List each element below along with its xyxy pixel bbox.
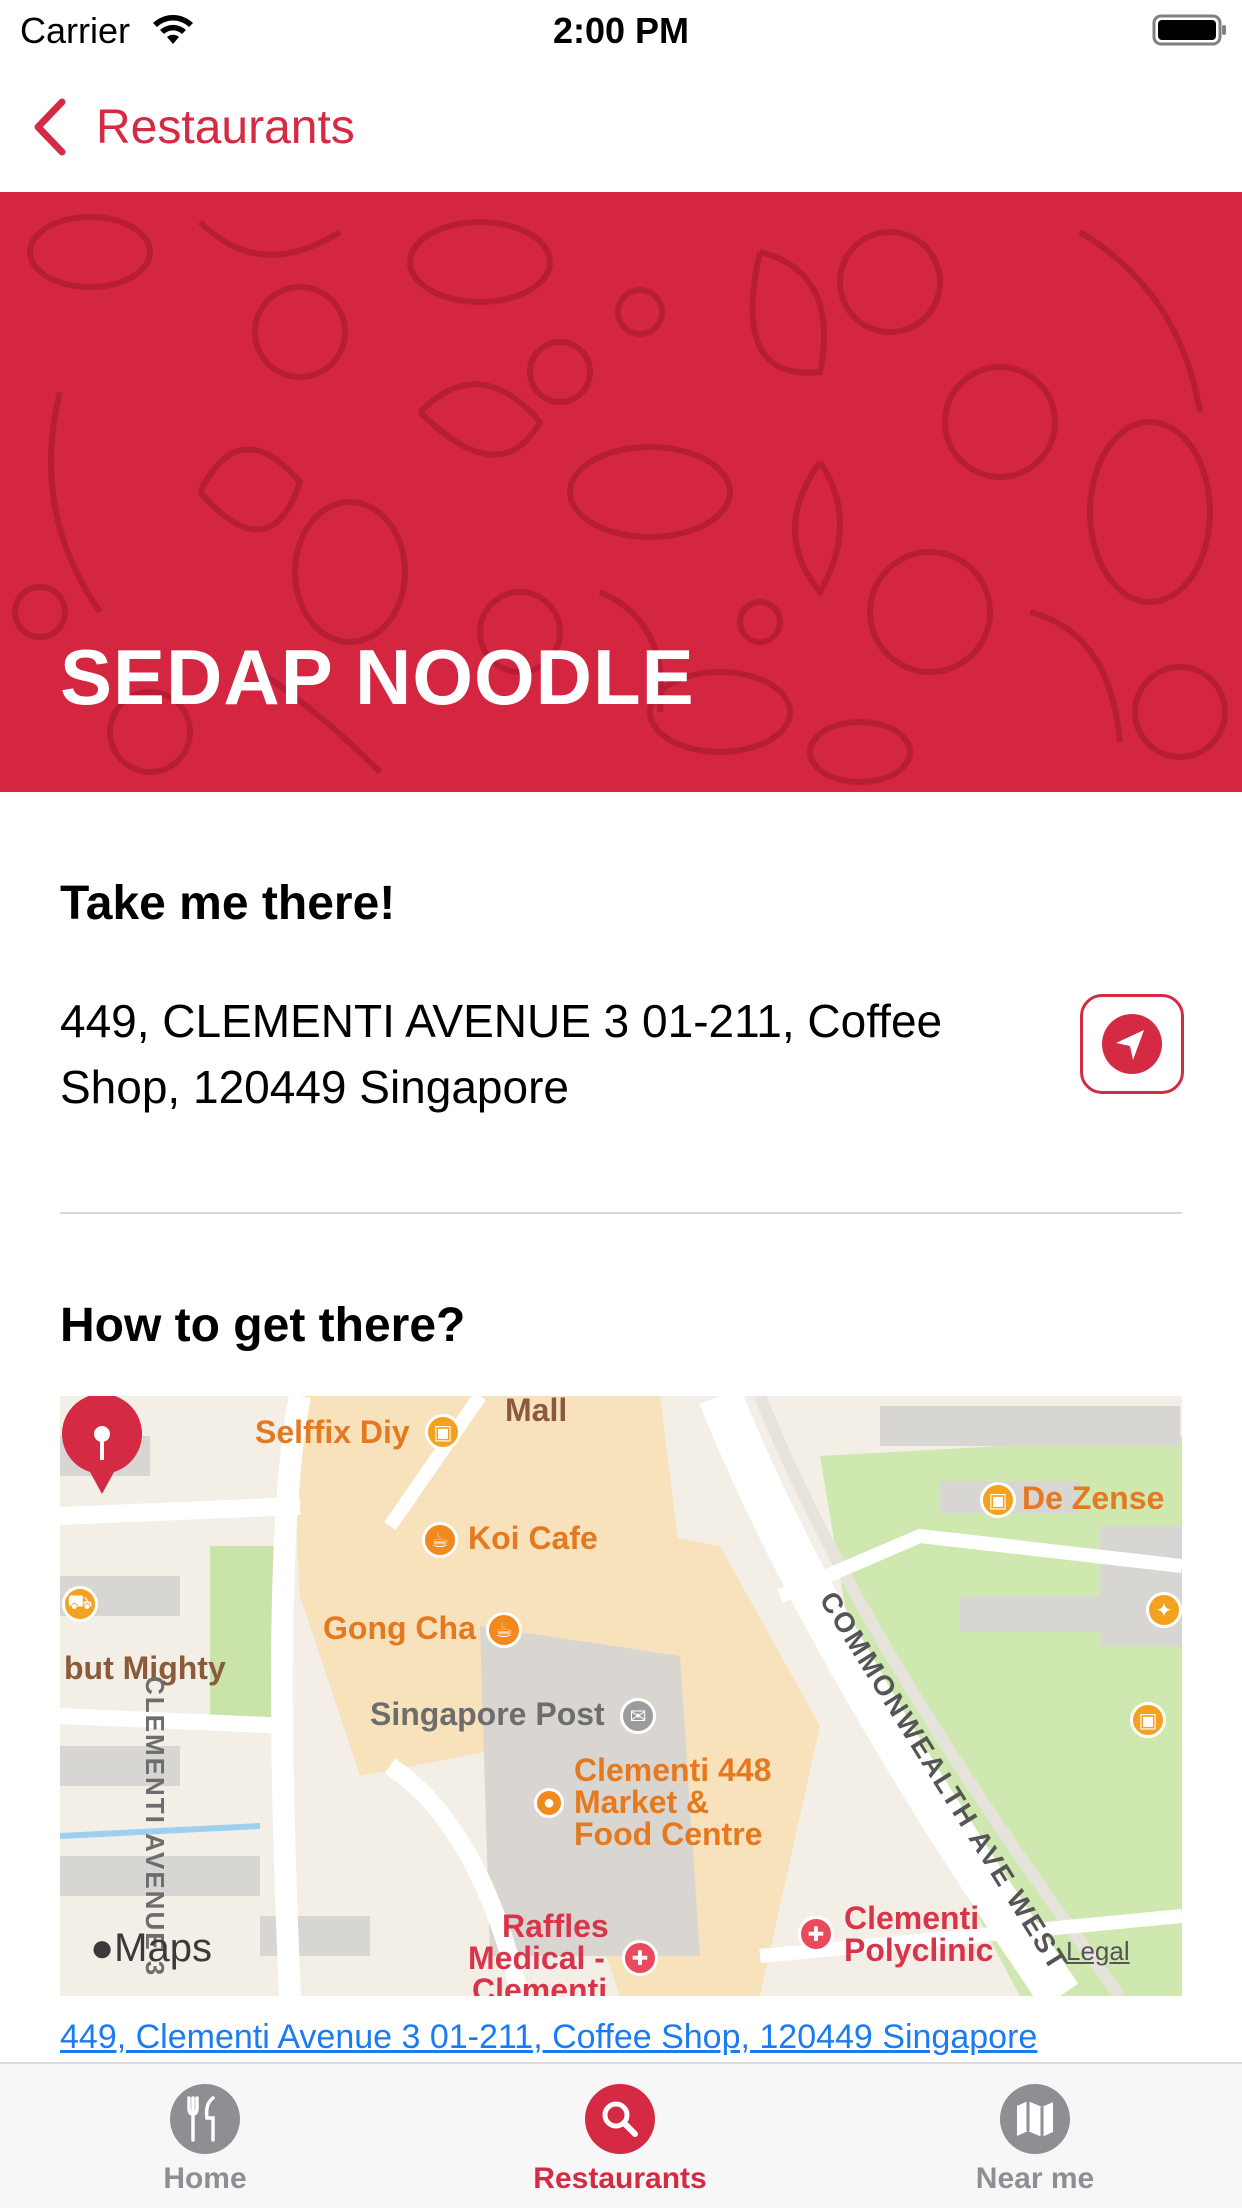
coffee-cup-icon: ☕ [422,1522,458,1558]
map-label-selffix: Selffix Diy [255,1414,410,1450]
map-icon [1000,2084,1070,2154]
fork-knife-icon [170,2084,240,2154]
shopping-bag-icon: ▣ [425,1414,461,1450]
map-label-polyclinic-line2: Polyclinic [844,1932,994,1968]
tab-bar: Home Restaurants Near me [0,2062,1242,2208]
map-legal-link[interactable]: Legal [1066,1936,1130,1967]
food-court-icon: ● [534,1788,564,1818]
map-heading: How to get there? [60,1299,466,1352]
tab-near-me[interactable]: Near me [885,2084,1185,2204]
map-label-koi-cafe: Koi Cafe [468,1520,598,1556]
search-icon [585,2084,655,2154]
restaurant-name: SEDAP NOODLE [60,633,695,721]
back-button[interactable]: Restaurants [30,92,355,162]
directions-heading: Take me there! [60,877,396,930]
restaurant-address: 449, CLEMENTI AVENUE 3 01-211, Coffee Sh… [60,995,943,1113]
medical-icon: ✚ [798,1916,834,1952]
shopping-bag-icon: ▣ [980,1482,1016,1518]
status-time: 2:00 PM [552,10,690,51]
coffee-cup-icon: ☕ [486,1612,522,1648]
chevron-left-icon [34,98,66,156]
navigate-button[interactable] [1080,994,1184,1094]
map-label-gong-cha: Gong Cha [323,1610,476,1646]
tab-home-label: Home [163,2162,247,2195]
tab-home[interactable]: Home [55,2084,355,2204]
navigation-bar: Restaurants [0,62,1242,192]
map-pin-icon[interactable] [60,1396,144,1496]
status-bar: Carrier 2:00 PM [0,0,1242,62]
battery-icon [1152,14,1226,46]
tab-near-me-label: Near me [975,2162,1095,2195]
map-label-singapore-post: Singapore Post [370,1696,605,1732]
shopping-cart-icon: ⛟ [62,1586,98,1622]
location-map[interactable]: Mall Selffix Diy ▣ ▣ De Zense ☕ Koi Cafe… [60,1396,1182,1996]
section-divider [60,1212,1182,1214]
pet-icon: ✦ [1146,1592,1182,1628]
tab-restaurants-label: Restaurants [533,2162,707,2195]
map-label-mall: Mall [505,1396,568,1428]
map-label-raffles-line3: Clementi [472,1972,608,1996]
maps-logo-label: Maps [114,1926,212,1970]
maps-logo: ●Maps [90,1926,212,1971]
apple-logo-icon: ● [90,1926,115,1970]
mail-icon: ✉ [620,1698,656,1734]
back-button-label: Restaurants [96,100,355,154]
address-link[interactable]: 449, Clementi Avenue 3 01-211, Coffee Sh… [60,2018,1037,2057]
restaurant-hero-banner: SEDAP NOODLE [0,192,1242,792]
location-arrow-icon [1102,1014,1162,1074]
shopping-bag-icon: ▣ [1130,1702,1166,1738]
medical-icon: ✚ [622,1940,658,1976]
map-label-de-zense: De Zense [1022,1480,1165,1516]
tab-restaurants[interactable]: Restaurants [470,2084,770,2204]
map-label-clementi-448-line3: Food Centre [574,1816,763,1852]
